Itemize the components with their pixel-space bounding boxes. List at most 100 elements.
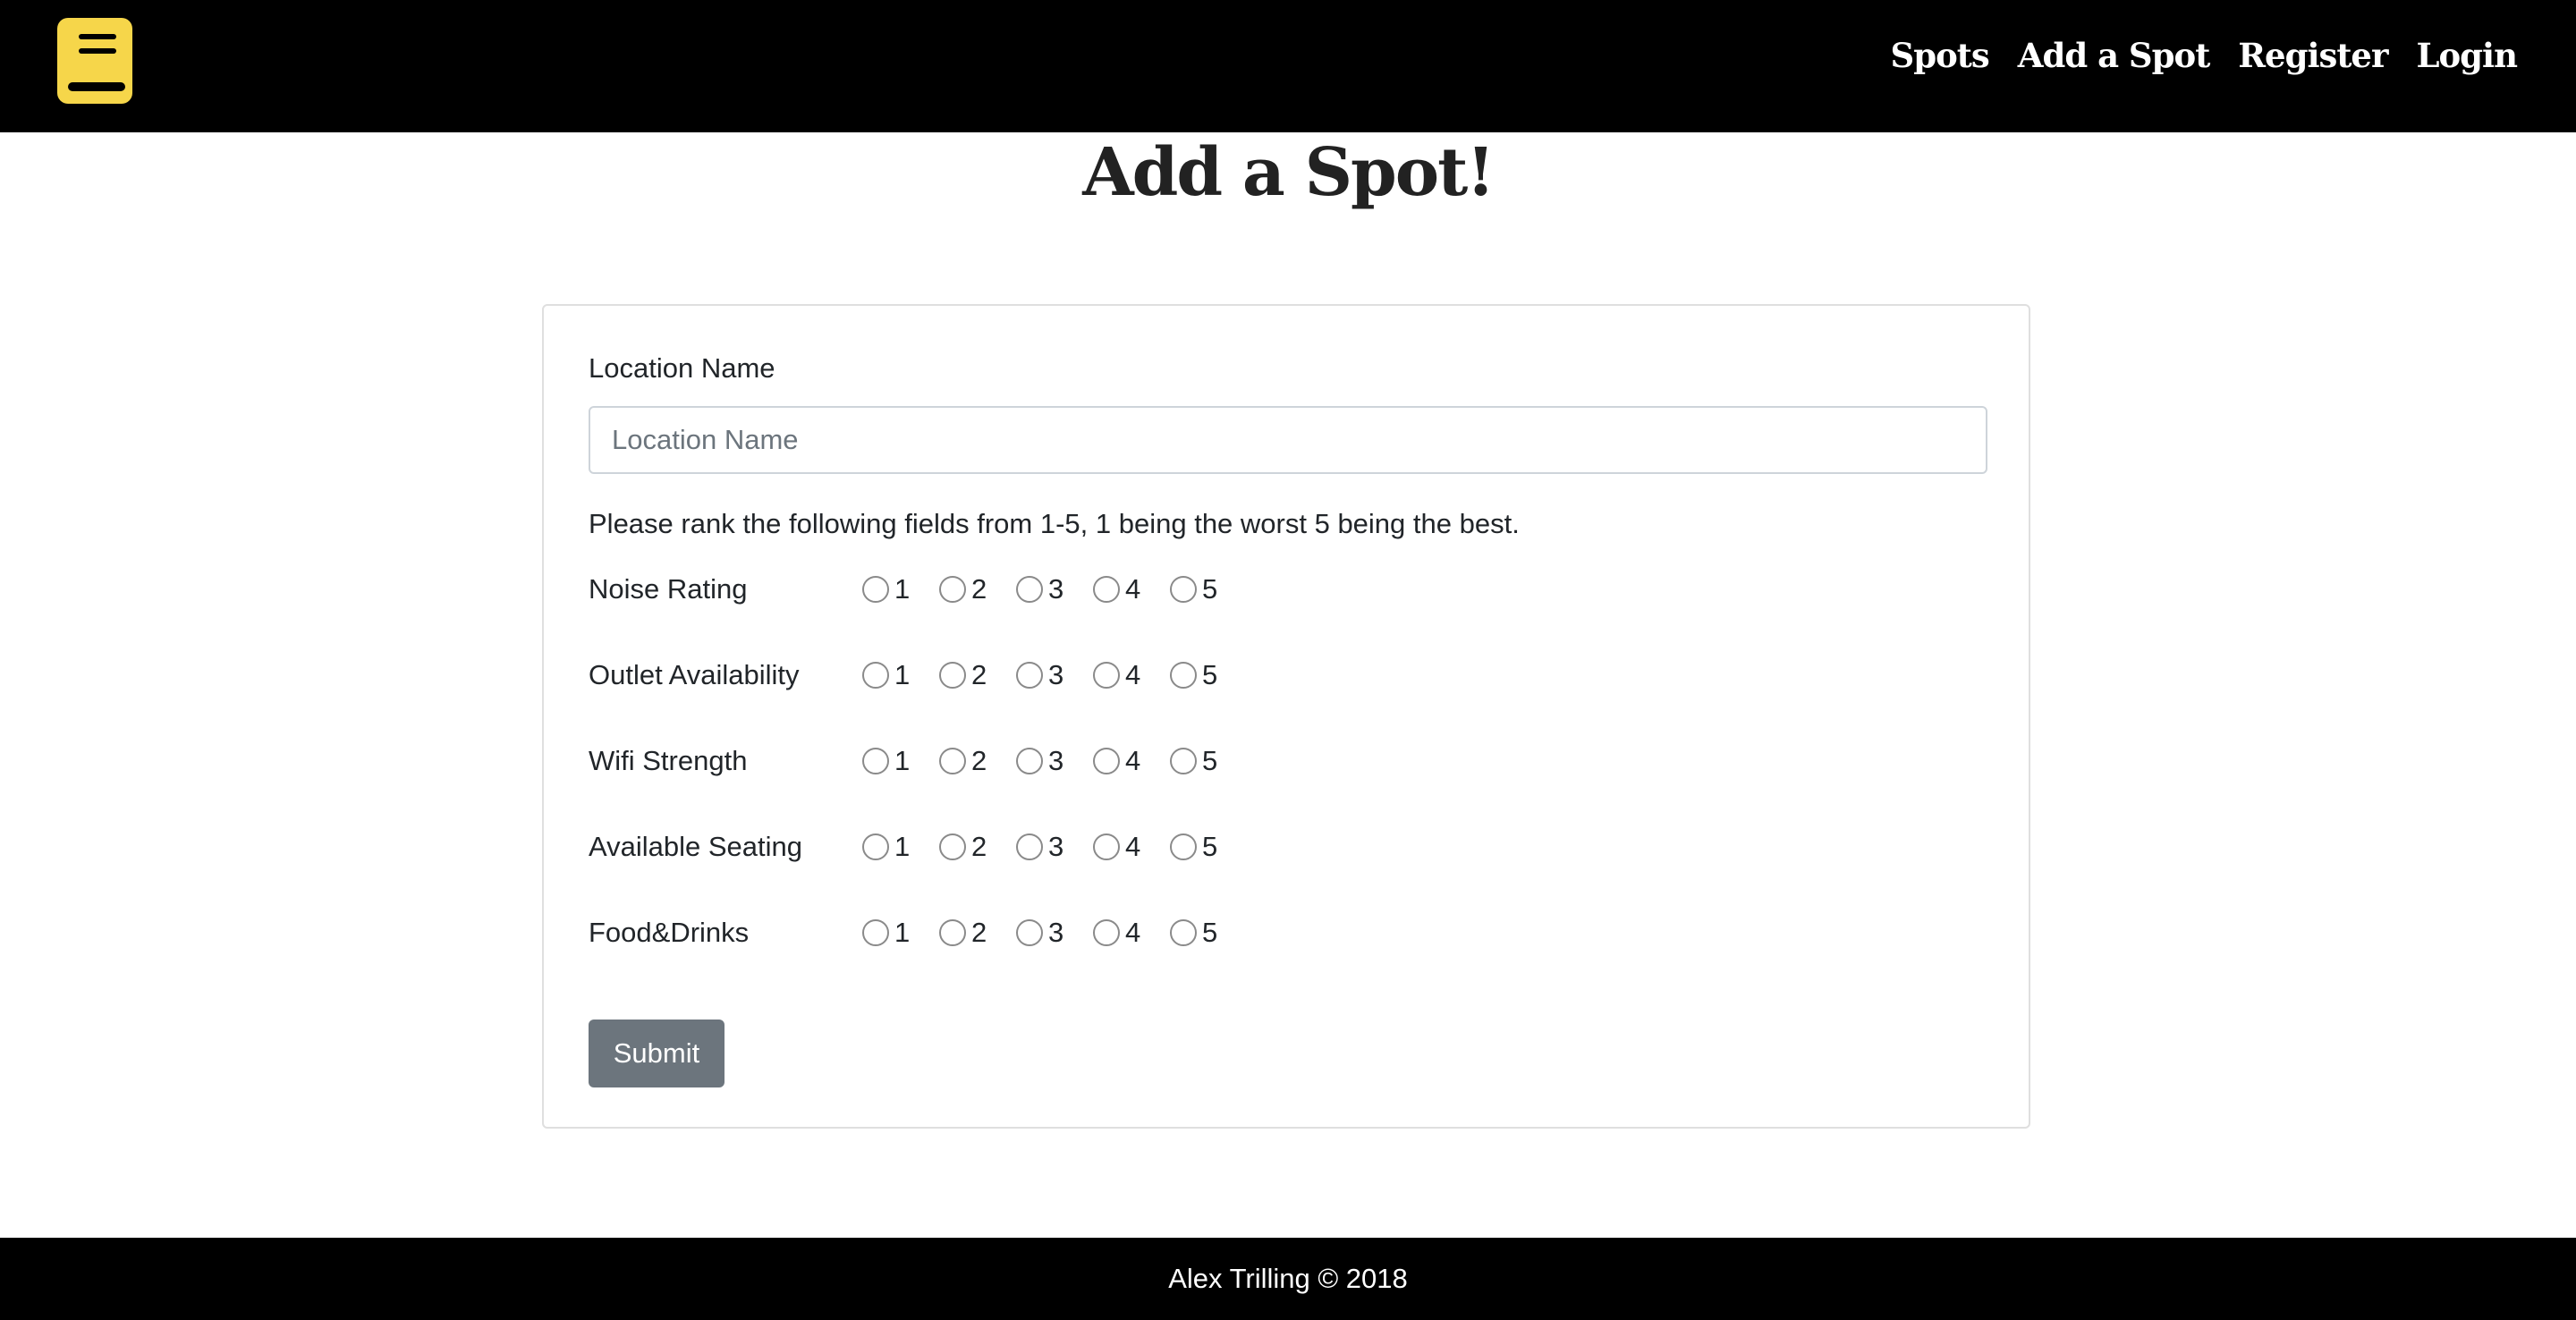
nav-link-add-spot[interactable]: Add a Spot — [2018, 36, 2211, 75]
radio-button[interactable] — [939, 833, 966, 860]
rating-label: Noise Rating — [589, 573, 748, 605]
rating-option[interactable]: 4 — [1093, 745, 1170, 777]
radio-button[interactable] — [939, 919, 966, 946]
nav-link-register[interactable]: Register — [2238, 36, 2388, 75]
rating-option-label: 4 — [1125, 917, 1141, 948]
rating-option[interactable]: 2 — [939, 659, 1016, 691]
rating-row: Outlet Availability 1 2 3 4 5 — [589, 653, 1247, 698]
rating-label: Wifi Strength — [589, 745, 748, 776]
rating-option[interactable]: 5 — [1170, 659, 1247, 691]
radio-button[interactable] — [1170, 833, 1197, 860]
book-icon[interactable] — [55, 18, 134, 104]
rating-option-label: 5 — [1202, 917, 1218, 948]
rating-option-label: 1 — [894, 831, 911, 862]
location-name-label: Location Name — [589, 352, 775, 384]
radio-button[interactable] — [939, 748, 966, 774]
rating-option-label: 2 — [971, 659, 987, 690]
rating-option-label: 4 — [1125, 745, 1141, 776]
rating-option[interactable]: 3 — [1016, 659, 1093, 691]
radio-button[interactable] — [1016, 662, 1043, 689]
radio-button[interactable] — [1093, 748, 1120, 774]
add-spot-form: Location Name Please rank the following … — [542, 304, 2030, 1129]
rating-label: Available Seating — [589, 831, 802, 862]
rating-option-label: 4 — [1125, 831, 1141, 862]
radio-button[interactable] — [862, 662, 889, 689]
radio-button[interactable] — [1093, 662, 1120, 689]
rating-option[interactable]: 3 — [1016, 917, 1093, 949]
rating-option[interactable]: 2 — [939, 831, 1016, 863]
rating-option[interactable]: 5 — [1170, 917, 1247, 949]
rating-option-label: 4 — [1125, 659, 1141, 690]
radio-button[interactable] — [862, 576, 889, 603]
radio-button[interactable] — [1016, 919, 1043, 946]
radio-button[interactable] — [862, 919, 889, 946]
radio-button[interactable] — [939, 576, 966, 603]
rating-option[interactable]: 5 — [1170, 745, 1247, 777]
rating-option[interactable]: 4 — [1093, 659, 1170, 691]
rating-option-label: 3 — [1048, 917, 1064, 948]
radio-button[interactable] — [1016, 576, 1043, 603]
rating-option-label: 3 — [1048, 745, 1064, 776]
location-name-input[interactable] — [589, 406, 1987, 474]
radio-button[interactable] — [1170, 576, 1197, 603]
rating-row: Wifi Strength 1 2 3 4 5 — [589, 739, 1247, 783]
rating-option-label: 1 — [894, 917, 911, 948]
rating-option-label: 2 — [971, 745, 987, 776]
rating-option-label: 1 — [894, 573, 911, 605]
radio-button[interactable] — [1093, 833, 1120, 860]
rating-option[interactable]: 4 — [1093, 831, 1170, 863]
rating-option-label: 5 — [1202, 831, 1218, 862]
rating-option[interactable]: 1 — [862, 659, 939, 691]
radio-button[interactable] — [862, 833, 889, 860]
footer: Alex Trilling © 2018 — [0, 1238, 2576, 1320]
radio-button[interactable] — [1016, 748, 1043, 774]
radio-button[interactable] — [1016, 833, 1043, 860]
rating-option-label: 5 — [1202, 659, 1218, 690]
footer-text: Alex Trilling © 2018 — [1168, 1263, 1408, 1294]
nav-link-login[interactable]: Login — [2416, 36, 2518, 75]
rating-option[interactable]: 2 — [939, 573, 1016, 605]
submit-button[interactable]: Submit — [589, 1020, 724, 1087]
rating-option[interactable]: 4 — [1093, 917, 1170, 949]
rating-row: Noise Rating 1 2 3 4 5 — [589, 567, 1247, 612]
radio-button[interactable] — [1093, 919, 1120, 946]
rating-option[interactable]: 1 — [862, 573, 939, 605]
rating-option[interactable]: 1 — [862, 831, 939, 863]
rating-option[interactable]: 1 — [862, 917, 939, 949]
radio-button[interactable] — [939, 662, 966, 689]
rating-option[interactable]: 3 — [1016, 831, 1093, 863]
radio-button[interactable] — [1170, 748, 1197, 774]
radio-button[interactable] — [1170, 662, 1197, 689]
rating-option-label: 4 — [1125, 573, 1141, 605]
rating-option[interactable]: 2 — [939, 917, 1016, 949]
rating-option[interactable]: 2 — [939, 745, 1016, 777]
radio-button[interactable] — [862, 748, 889, 774]
rating-label: Outlet Availability — [589, 659, 800, 690]
rating-option-label: 3 — [1048, 573, 1064, 605]
nav-link-spots[interactable]: Spots — [1891, 36, 1990, 75]
rating-option[interactable]: 5 — [1170, 573, 1247, 605]
radio-button[interactable] — [1093, 576, 1120, 603]
rating-option-label: 1 — [894, 659, 911, 690]
rating-option-label: 1 — [894, 745, 911, 776]
rating-option[interactable]: 3 — [1016, 573, 1093, 605]
rating-option[interactable]: 4 — [1093, 573, 1170, 605]
rating-option-label: 5 — [1202, 745, 1218, 776]
rating-row: Available Seating 1 2 3 4 5 — [589, 825, 1247, 869]
radio-button[interactable] — [1170, 919, 1197, 946]
rating-option[interactable]: 3 — [1016, 745, 1093, 777]
rating-option-label: 5 — [1202, 573, 1218, 605]
navbar: Spots Add a Spot Register Login — [0, 0, 2576, 132]
rating-option-label: 3 — [1048, 659, 1064, 690]
rating-option[interactable]: 5 — [1170, 831, 1247, 863]
rating-option-label: 2 — [971, 573, 987, 605]
ranking-instructions: Please rank the following fields from 1-… — [589, 508, 1520, 539]
rating-option-label: 2 — [971, 831, 987, 862]
rating-option[interactable]: 1 — [862, 745, 939, 777]
rating-row: Food&Drinks 1 2 3 4 5 — [589, 910, 1247, 955]
rating-label: Food&Drinks — [589, 917, 750, 948]
nav-links: Spots Add a Spot Register Login — [1891, 36, 2518, 75]
page-title: Add a Spot! — [1082, 134, 1496, 211]
rating-option-label: 3 — [1048, 831, 1064, 862]
rating-option-label: 2 — [971, 917, 987, 948]
